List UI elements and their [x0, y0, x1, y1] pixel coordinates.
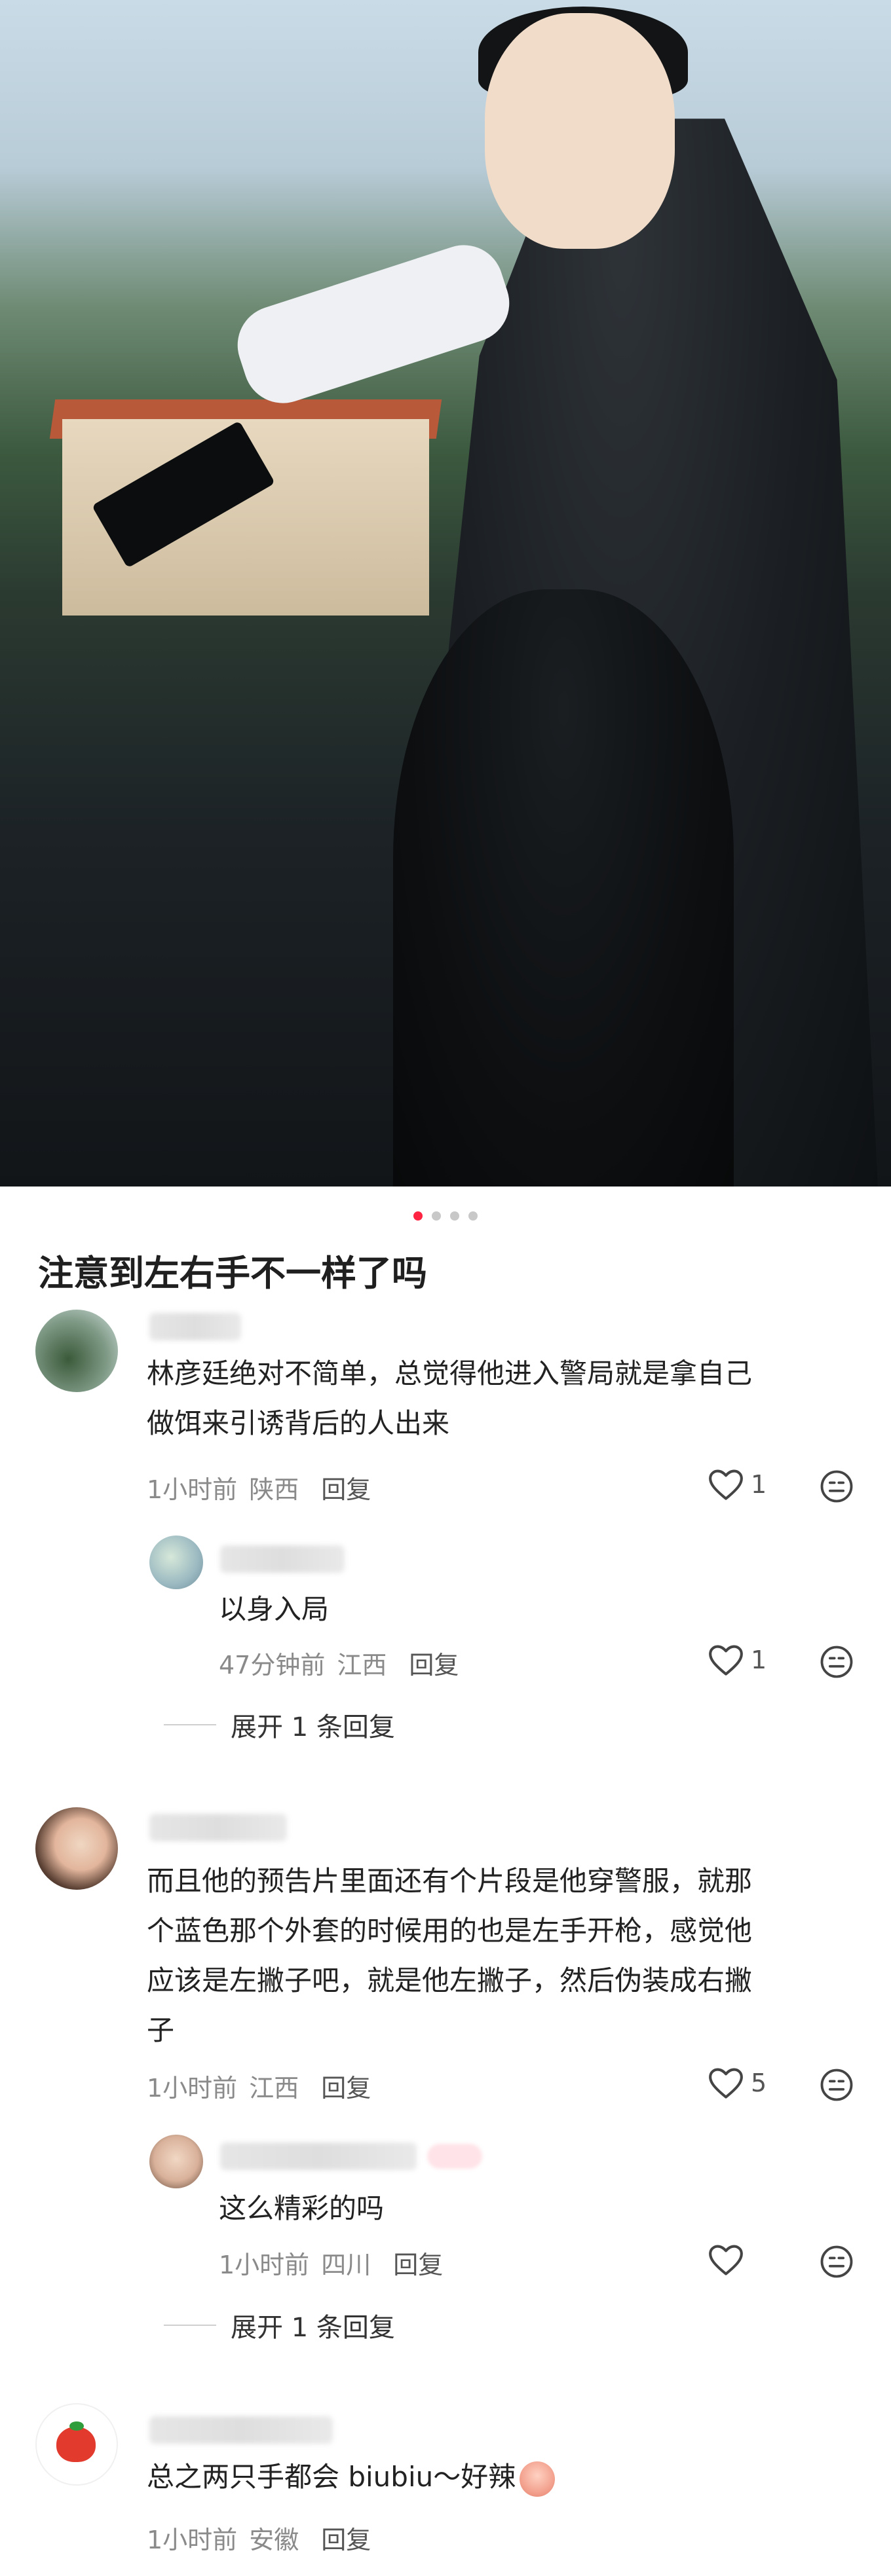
reply-location: 四川 — [321, 2251, 371, 2279]
comment-line: 应该是左撇子吧，就是他左撇子，然后伪装成右撇 — [147, 1964, 753, 1996]
reply-text[interactable]: 这么精彩的吗 — [219, 2184, 384, 2234]
image-arm — [227, 234, 520, 414]
like-button[interactable]: 1 — [708, 1644, 767, 1676]
divider-line — [164, 1724, 216, 1725]
post-image[interactable] — [0, 0, 891, 1187]
comment-time: 1小时前 — [147, 1475, 238, 1504]
comment-meta: 1小时前 安徽 回复 — [147, 2520, 371, 2556]
expand-replies-label: 展开 1 条回复 — [231, 1712, 395, 1742]
like-count: 1 — [751, 1470, 767, 1499]
comment-meta: 1小时前 江西 回复 — [147, 2068, 371, 2104]
heart-outline-icon — [709, 1469, 743, 1500]
reply-meta: 1小时前 四川 回复 — [219, 2245, 443, 2281]
reply-text[interactable]: 以身入局 — [219, 1585, 329, 1634]
expand-replies-label: 展开 1 条回复 — [231, 2313, 395, 2343]
comment-line: 林彦廷绝对不简单，总觉得他进入警局就是拿自己 — [147, 1357, 753, 1389]
username-blurred[interactable] — [220, 1545, 345, 1573]
reply-button[interactable]: 回复 — [321, 2520, 371, 2556]
emoji-face-icon[interactable] — [819, 2244, 854, 2279]
comment-line: 总之两只手都会 biubiu～好辣 — [147, 2461, 516, 2493]
comment-time: 1小时前 — [147, 2074, 238, 2103]
avatar[interactable] — [35, 2403, 118, 2486]
tomato-leaf — [69, 2421, 84, 2431]
reply-button[interactable]: 回复 — [409, 1645, 459, 1681]
avatar[interactable] — [35, 1310, 118, 1392]
comment-line: 子 — [147, 2014, 175, 2046]
comment-time: 1小时前 — [147, 2526, 238, 2554]
carousel-dot — [468, 1211, 478, 1221]
comment-text[interactable]: 林彦廷绝对不简单，总觉得他进入警局就是拿自己 做饵来引诱背后的人出来 — [147, 1349, 752, 1448]
comment-meta: 1小时前 陕西 回复 — [147, 1469, 371, 1505]
comment-text[interactable]: 而且他的预告片里面还有个片段是他穿警服，就那 个蓝色那个外套的时候用的也是左手开… — [147, 1856, 752, 2055]
like-count: 1 — [751, 1646, 767, 1674]
tomato-icon — [56, 2427, 96, 2462]
comment-line: 而且他的预告片里面还有个片段是他穿警服，就那 — [147, 1865, 753, 1897]
carousel-dot-active — [413, 1211, 423, 1221]
like-button[interactable] — [708, 2243, 751, 2276]
reply-button[interactable]: 回复 — [321, 2068, 371, 2104]
heart-outline-icon — [709, 1645, 743, 1676]
post-title: 注意到左右手不一样了吗 — [38, 1253, 427, 1294]
like-button[interactable]: 1 — [708, 1468, 767, 1501]
username-blurred[interactable] — [220, 2143, 417, 2170]
comment-location: 安徽 — [249, 2526, 299, 2554]
comment-location: 江西 — [249, 2074, 299, 2103]
comment-location: 陕西 — [249, 1475, 299, 1504]
emoji-face-icon[interactable] — [819, 2067, 854, 2103]
username-blurred[interactable] — [149, 1313, 241, 1340]
carousel-indicator — [0, 1211, 891, 1221]
image-head — [485, 13, 675, 249]
reply-meta: 47分钟前 江西 回复 — [219, 1645, 459, 1681]
author-tag-blurred — [427, 2144, 482, 2169]
avatar[interactable] — [149, 1536, 203, 1589]
emoji-face-icon[interactable] — [819, 1469, 854, 1504]
reply-time: 47分钟前 — [219, 1651, 326, 1680]
comment-text[interactable]: 总之两只手都会 biubiu～好辣 — [147, 2452, 556, 2502]
reply-time: 1小时前 — [219, 2251, 310, 2279]
username-blurred[interactable] — [149, 1814, 287, 1841]
carousel-dot — [432, 1211, 441, 1221]
expand-replies-button[interactable]: 展开 1 条回复 — [164, 2306, 395, 2344]
heart-outline-icon — [709, 2068, 743, 2099]
reply-button[interactable]: 回复 — [393, 2245, 443, 2281]
carousel-dot — [450, 1211, 459, 1221]
expand-replies-button[interactable]: 展开 1 条回复 — [164, 1706, 395, 1744]
divider-line — [164, 2325, 216, 2326]
avatar[interactable] — [149, 2135, 203, 2188]
reply-location: 江西 — [337, 1651, 387, 1680]
avatar[interactable] — [35, 1807, 118, 1890]
spicy-face-emoji — [520, 2461, 556, 2497]
heart-outline-icon — [709, 2245, 743, 2275]
comment-line: 个蓝色那个外套的时候用的也是左手开枪，感觉他 — [147, 1915, 753, 1947]
like-button[interactable]: 5 — [708, 2067, 767, 2099]
like-count: 5 — [751, 2069, 767, 2097]
reply-button[interactable]: 回复 — [321, 1469, 371, 1505]
image-shadow-figure — [393, 589, 734, 1187]
emoji-face-icon[interactable] — [819, 1644, 854, 1680]
comment-line: 做饵来引诱背后的人出来 — [147, 1407, 450, 1439]
username-blurred[interactable] — [149, 2416, 333, 2444]
